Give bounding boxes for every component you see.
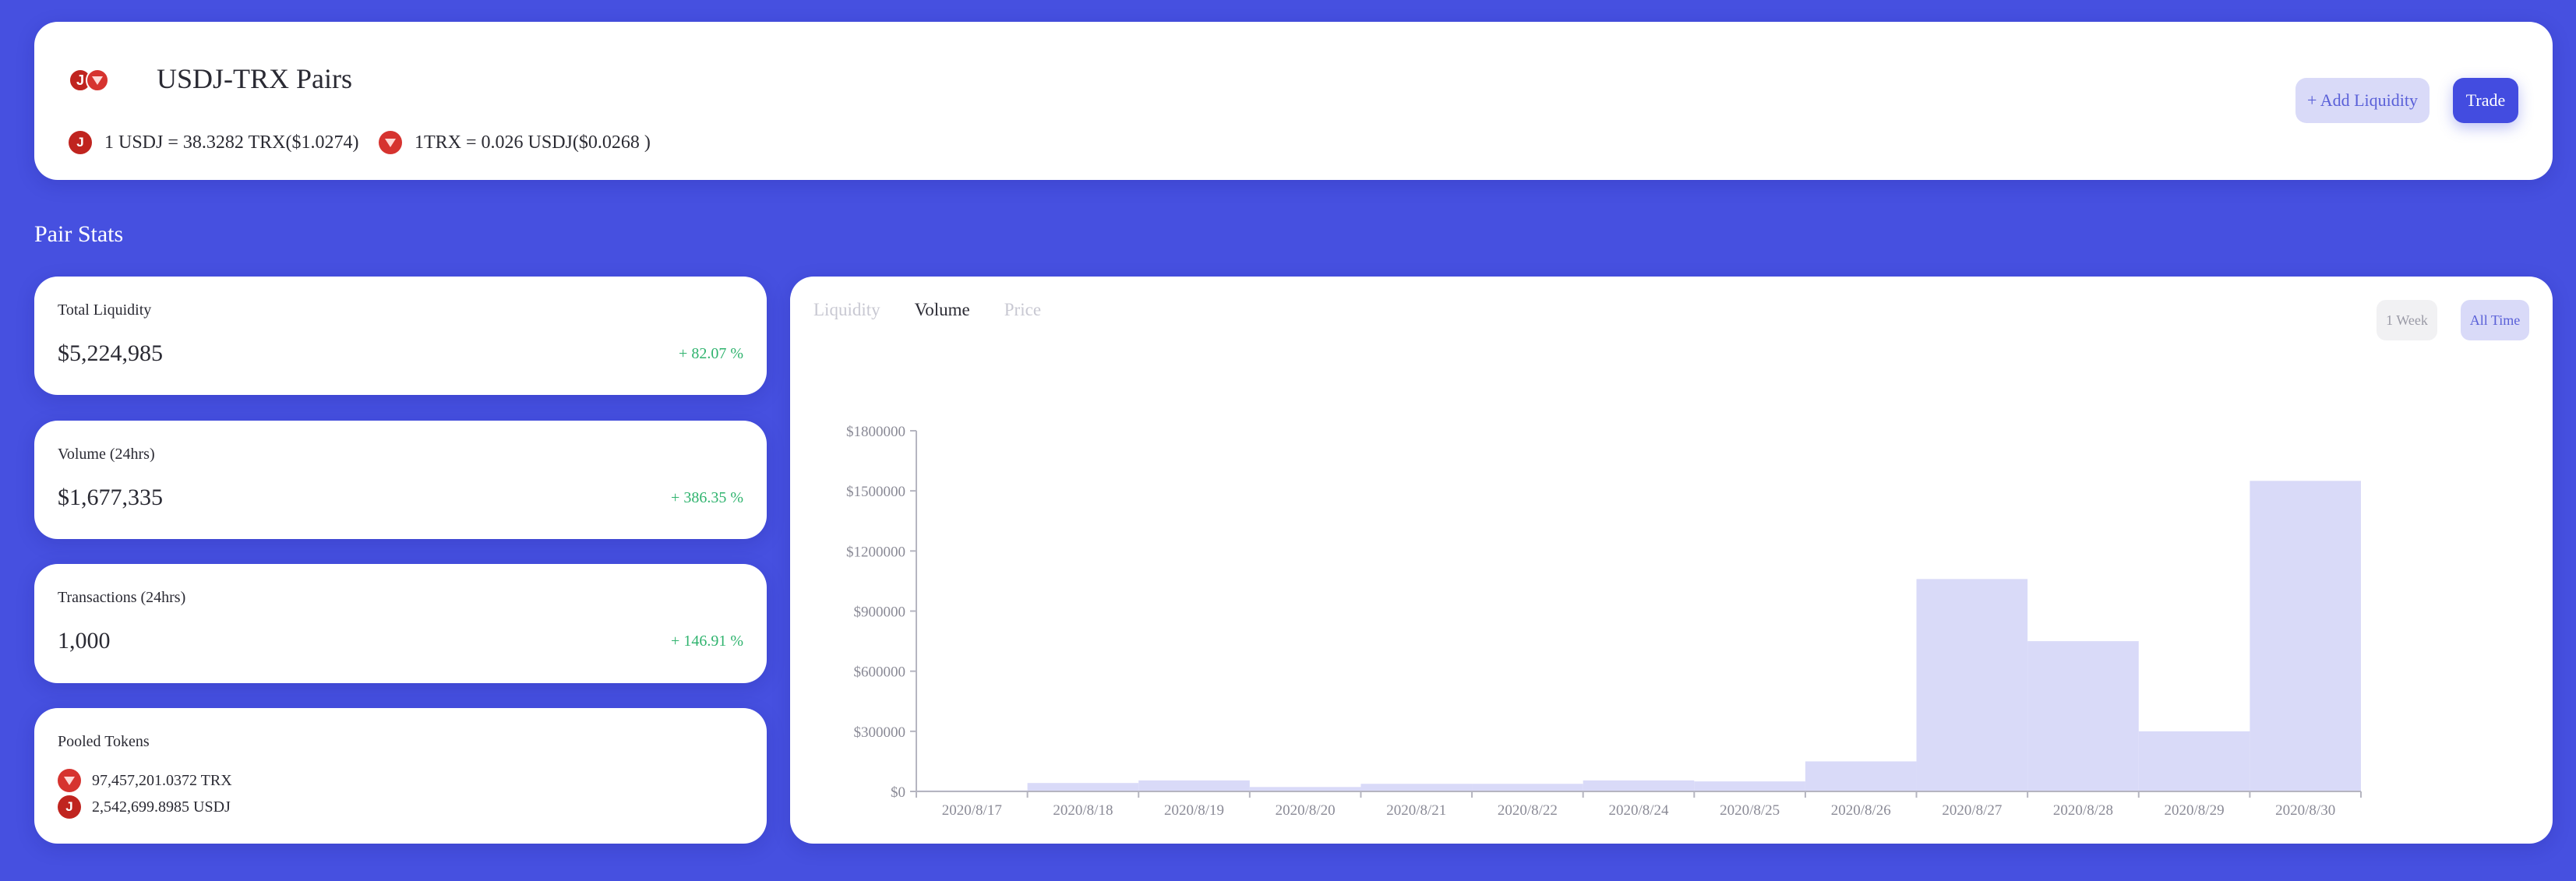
- add-liquidity-button[interactable]: + Add Liquidity: [2295, 78, 2430, 123]
- x-tick-label: 2020/8/29: [2165, 802, 2225, 819]
- x-tick-label: 2020/8/30: [2275, 802, 2335, 819]
- chart-bar: [1916, 579, 2028, 791]
- x-tick-label: 2020/8/20: [1276, 802, 1336, 819]
- x-tick-label: 2020/8/22: [1498, 802, 1558, 819]
- stat-label: Transactions (24hrs): [58, 589, 186, 606]
- chart-bar: [2250, 481, 2361, 791]
- chart-bar: [1694, 781, 1805, 791]
- trx-token-icon: [86, 69, 109, 92]
- stat-change: + 146.91 %: [671, 633, 743, 650]
- y-tick-label: $300000: [854, 724, 906, 741]
- pooled-trx-amount: 97,457,201.0372 TRX: [92, 771, 232, 789]
- x-tick-label: 2020/8/21: [1386, 802, 1446, 819]
- chart-bar: [1472, 784, 1583, 791]
- stat-label: Total Liquidity: [58, 301, 152, 319]
- usdj-token-icon: J: [58, 795, 81, 819]
- pair-title: USDJ-TRX Pairs: [157, 63, 353, 94]
- token-pair-icons: J: [69, 69, 146, 100]
- stat-change: + 386.35 %: [671, 489, 743, 506]
- stat-change: + 82.07 %: [679, 345, 743, 362]
- transactions-card: Transactions (24hrs) 1,000 + 146.91 %: [34, 564, 767, 683]
- y-tick-label: $1800000: [846, 424, 905, 440]
- y-tick-label: $1200000: [846, 544, 905, 560]
- x-tick-label: 2020/8/18: [1053, 802, 1113, 819]
- y-tick-label: $900000: [854, 604, 906, 621]
- usdj-rate: J 1 USDJ = 38.3282 TRX($1.0274): [69, 131, 358, 154]
- pair-header-card: J USDJ-TRX Pairs J 1 USDJ = 38.3282 TRX(…: [34, 22, 2553, 180]
- x-tick-label: 2020/8/19: [1164, 802, 1224, 819]
- chart-bar: [1360, 784, 1473, 791]
- total-liquidity-card: Total Liquidity $5,224,985 + 82.07 %: [34, 277, 767, 395]
- chart-bar: [1138, 780, 1250, 791]
- volume-card: Volume (24hrs) $1,677,335 + 386.35 %: [34, 421, 767, 539]
- pooled-usdj-row: J 2,542,699.8985 USDJ: [58, 795, 231, 819]
- volume-bar-chart: $0 $300000 $600000 $900000 $1200000 $1500000 $…: [846, 424, 2362, 819]
- x-tick-label: 2020/8/25: [1720, 802, 1780, 819]
- pooled-tokens-card: Pooled Tokens 97,457,201.0372 TRX J 2,54…: [34, 708, 767, 844]
- stat-label: Pooled Tokens: [58, 733, 150, 750]
- x-tick-label: 2020/8/28: [2053, 802, 2113, 819]
- section-title: Pair Stats: [34, 221, 124, 247]
- pooled-usdj-amount: 2,542,699.8985 USDJ: [92, 798, 231, 816]
- usdj-rate-text: 1 USDJ = 38.3282 TRX($1.0274): [104, 132, 359, 153]
- y-tick-label: $1500000: [846, 484, 905, 500]
- usdj-token-icon: J: [69, 131, 92, 154]
- chart-bar: [2027, 641, 2139, 791]
- stat-value: $5,224,985: [58, 340, 163, 366]
- pooled-trx-row: 97,457,201.0372 TRX: [58, 769, 232, 792]
- trade-button[interactable]: Trade: [2453, 78, 2518, 123]
- trx-rate-text: 1TRX = 0.026 USDJ($0.0268 ): [415, 132, 651, 153]
- chart-bar: [1805, 761, 1917, 791]
- chart-bar: [2138, 731, 2250, 791]
- stat-value: 1,000: [58, 628, 111, 654]
- trx-token-icon: [379, 131, 402, 154]
- stat-value: $1,677,335: [58, 485, 163, 510]
- x-tick-label: 2020/8/17: [942, 802, 1002, 819]
- trx-token-icon: [58, 769, 81, 792]
- trx-rate: 1TRX = 0.026 USDJ($0.0268 ): [379, 131, 651, 154]
- chart-card: Liquidity Volume Price 1 Week All Time $…: [790, 277, 2553, 844]
- stat-label: Volume (24hrs): [58, 446, 155, 463]
- x-tick-label: 2020/8/27: [1942, 802, 2002, 819]
- chart-bar: [1027, 783, 1139, 791]
- y-tick-label: $600000: [854, 664, 906, 681]
- x-tick-label: 2020/8/26: [1831, 802, 1891, 819]
- y-tick-label: $0: [891, 784, 905, 801]
- chart-bar: [1583, 780, 1695, 791]
- x-tick-label: 2020/8/24: [1608, 802, 1669, 819]
